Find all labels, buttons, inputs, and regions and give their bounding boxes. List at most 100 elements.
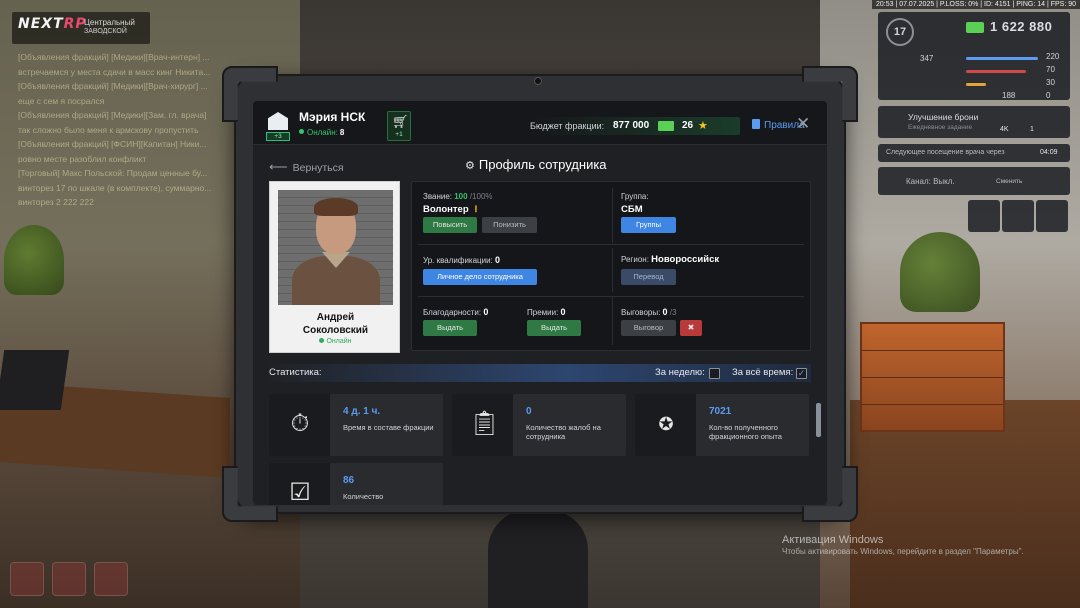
stat-card-complaints: 📋︎ 0 Количество жалоб на сотрудника [452,394,626,456]
bonus-cell: Премии: 0 [527,307,566,317]
stat-card-icon-area: ☑ [269,463,330,505]
star-icon: ★ [698,120,708,132]
laptop [0,350,70,410]
demote-button[interactable]: Понизить [482,217,537,233]
stat-card-value: 4 д. 1 ч. [343,406,381,417]
qualification-label: Ур. квалификации: 0 [423,255,501,265]
give-thanks-button[interactable]: Выдать [423,320,477,336]
reward-1: 1 [1030,126,1034,133]
give-bonus-button[interactable]: Выдать [527,320,581,336]
radio-channel-panel[interactable]: Канал: Выкл. Сменить [878,167,1070,195]
chat-line: [Объявления фракций] [Медики][Врач-интер… [18,52,210,62]
week-filter-label: За неделю: [655,367,705,378]
divider [612,297,613,345]
thanks-cell: Благодарности: 0 [423,307,488,317]
cash-icon [966,22,984,33]
city-hall-building-icon [268,112,288,130]
server-name: Центральный ЗАВОДСКОЙ [84,18,135,35]
bonus-label: Премии: 0 [527,307,566,317]
stat-value: 70 [1046,65,1055,74]
statistics-bar: Статистика: За неделю: За всё время: ✓ [269,364,811,382]
group-label: Группа: [621,192,649,201]
checklist-icon: ☑ [289,479,311,505]
cart-icon: 🛒︎ [392,114,409,129]
shop-cart-button[interactable]: 🛒︎ +1 [387,111,411,141]
bonus-value: 0 [560,307,566,317]
employee-last-name: Соколовский [302,325,369,336]
qualification-value: 0 [495,255,501,265]
player-stats-panel: 17 1 622 880 347 220 70 30 188 0 [878,12,1070,100]
cash-amount: 1 622 880 [990,19,1053,34]
online-label: Онлайн: [307,128,338,137]
stat-bar-orange [966,83,986,86]
qualification-cell: Ур. квалификации: 0 [423,255,500,265]
plant-left [4,225,64,295]
rank-progress-max: /100% [469,192,493,201]
complaint-list-icon: 📋︎ [469,410,500,437]
employee-info-panel: Звание: 100 /100% Волонтер ⵑ Повысить Пон… [411,181,811,351]
faction-header: +3 Мэрия НСК Онлайн: 8 🛒︎ +1 Бюджет фракц… [253,101,827,145]
channel-change-button[interactable]: Сменить [996,178,1022,185]
divider [612,188,613,243]
notification-bell-icon[interactable] [1036,200,1068,232]
stat-card-desc: Количество [343,492,384,501]
reprimand-label: Выговоры: 0 /3 [621,307,677,317]
groups-button[interactable]: Группы [621,217,676,233]
channel-label: Канал: Выкл. [906,177,955,186]
back-button[interactable]: ⟵ Вернуться [269,159,344,175]
armor-upgrade-title: Улучшение брони [908,112,979,122]
remove-user-button[interactable]: ✖︎ [680,320,702,336]
employee-first-name: Андрей [316,312,355,323]
windows-activation-text: Чтобы активировать Windows, перейдите в … [782,547,1024,556]
rank-label: Звание: 100 /100% [423,192,493,201]
reprimand-max: /3 [669,308,677,317]
level-badge: 17 [886,18,914,46]
stat-card-value: 0 [526,406,532,417]
rank-name: Волонтер ⵑ [423,204,493,215]
stat-value: 347 [920,54,934,63]
employee-status: Онлайн [270,338,401,345]
remove-user-icon: ✖︎ [687,323,695,332]
reprimand-button[interactable]: Выговор [621,320,676,336]
scrollbar-thumb[interactable] [816,403,821,437]
stat-value: 0 [1046,91,1051,100]
personal-file-button[interactable]: Личное дело сотрудника [423,269,537,285]
map-icon[interactable] [968,200,1000,232]
stat-card-tasks: ☑ 86 Количество [269,463,443,505]
armor-upgrade-sub: Ежедневное задание [908,124,973,131]
armor-upgrade-task[interactable]: Улучшение брони Ежедневное задание 4K 1 [878,106,1070,138]
alltime-filter-checkbox[interactable]: ✓ [796,368,807,379]
stat-card-time: ⏱ 4 д. 1 ч. Время в составе фракции [269,394,443,456]
stat-card-exp: ✪ 7021 Кол-во полученного фракционного о… [635,394,809,456]
promote-button[interactable]: Повысить [423,217,477,233]
tablet-screen: +3 Мэрия НСК Онлайн: 8 🛒︎ +1 Бюджет фракц… [253,101,827,505]
divider [612,248,613,292]
doctor-visit-time: 04:09 [1040,149,1058,156]
hotbar-slot-3 [94,562,128,596]
group-name: СБМ [621,204,643,215]
stopwatch-icon: ⏱ [290,410,310,437]
week-filter-checkbox[interactable] [709,368,720,379]
player-character [488,510,588,608]
close-button[interactable]: ✕ [796,114,810,134]
tablet-camera [534,77,542,85]
budget-stars-count: 26 [682,120,694,131]
stat-bar-blue [966,57,1038,60]
region-value: Новороссийск [651,254,720,265]
stat-card-icon-area: 📋︎ [452,394,513,456]
budget-amount: 877 000 [613,120,650,131]
divider [418,296,804,297]
budget-label: Бюджет фракции: [530,121,605,131]
back-label: Вернуться [292,162,344,174]
inventory-icon[interactable] [1002,200,1034,232]
hotbar-slot-2 [52,562,86,596]
faction-budget: Бюджет фракции: 877 000 26 ★ [530,117,740,135]
alltime-filter-label: За всё время: [732,367,794,378]
page-title: ⚙ Профиль сотрудника [465,157,607,172]
perf-topbar: 20:53 | 07.07.2025 | P.LOSS: 0% | ID: 41… [871,0,1080,9]
rank-progress: 100 [454,192,468,201]
transfer-button[interactable]: Перевод [621,269,676,285]
group-cell: Группа: СБМ [621,192,649,215]
reward-4k: 4K [1000,126,1009,133]
page-title-text: Профиль сотрудника [478,157,607,172]
